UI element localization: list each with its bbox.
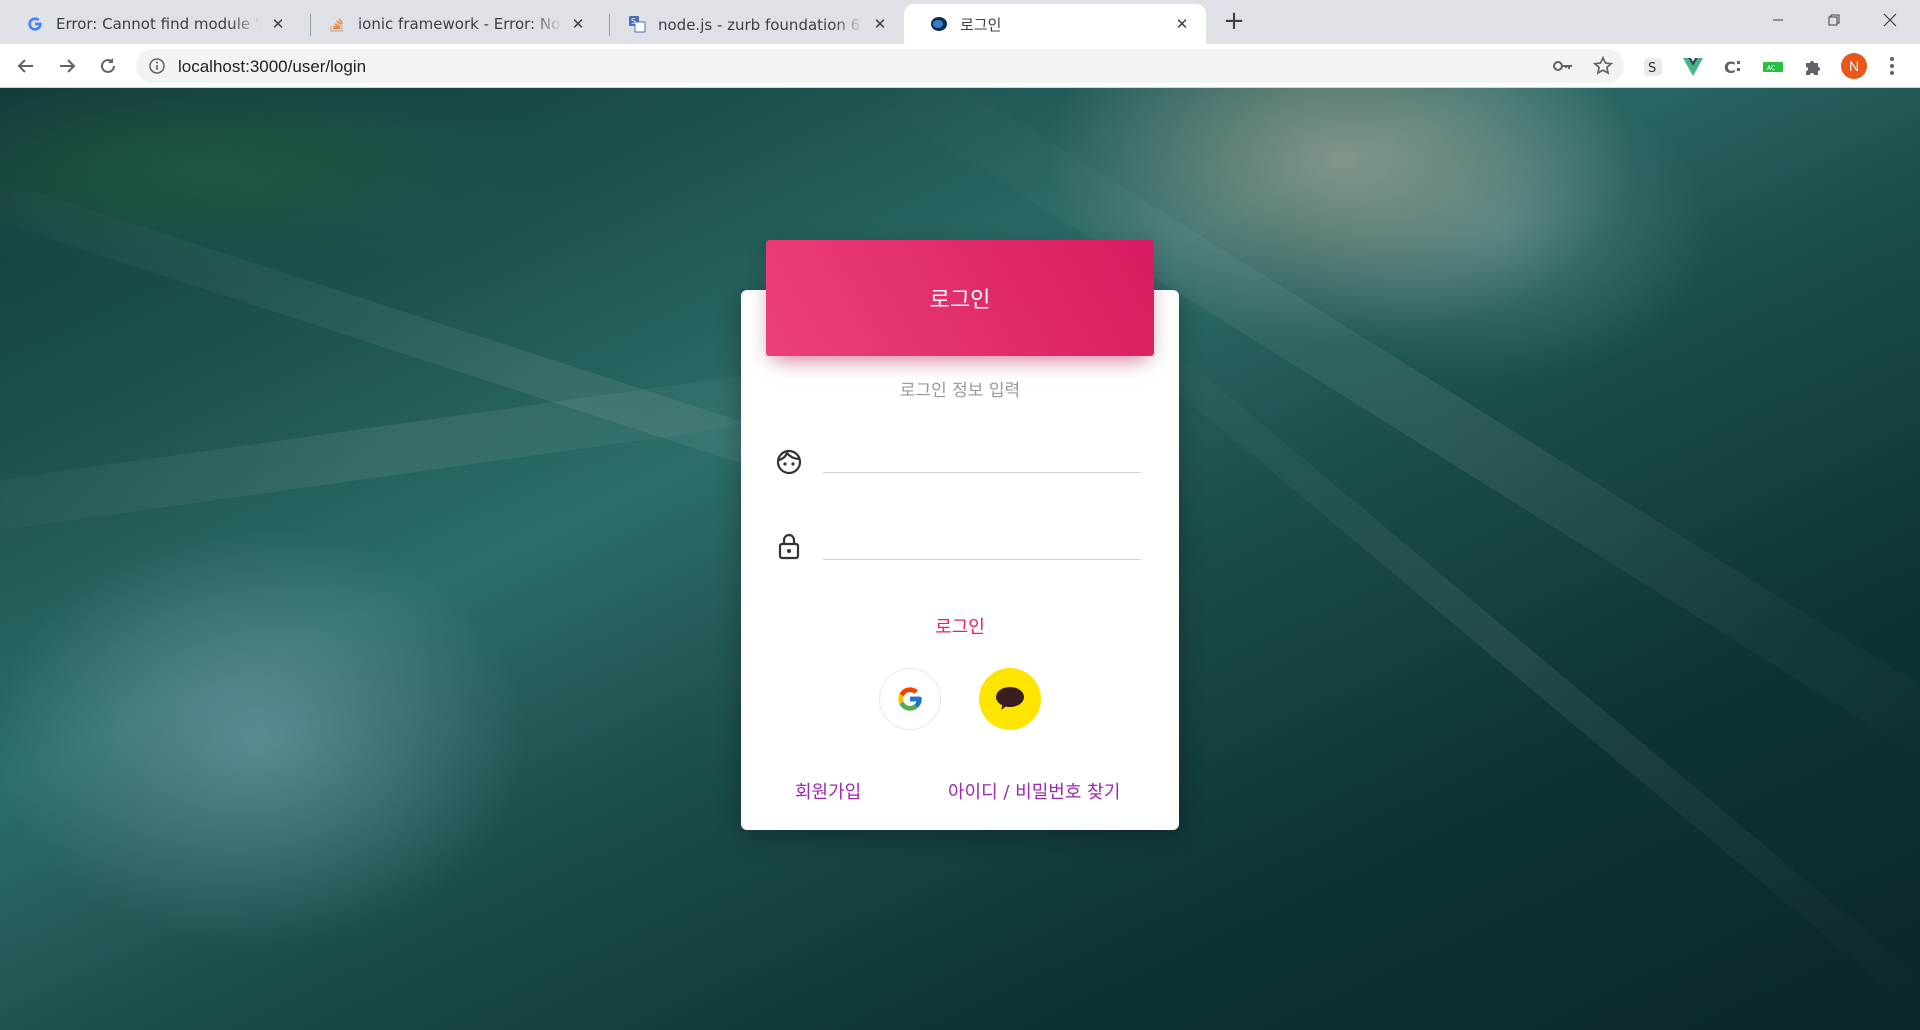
tab-title: Error: Cannot find module '@vue xyxy=(56,15,262,33)
forward-button[interactable] xyxy=(51,50,83,82)
svg-text:S: S xyxy=(631,17,636,26)
address-bar[interactable]: localhost:3000/user/login xyxy=(136,49,1624,83)
svg-text:S: S xyxy=(1648,61,1656,76)
tab-title: node.js - zurb foundation 6 수동 xyxy=(658,15,864,34)
cs-extension-icon[interactable]: C xyxy=(1722,56,1744,78)
s-extension-icon[interactable]: S xyxy=(1642,56,1664,78)
key-icon[interactable] xyxy=(1552,56,1574,76)
tab-strip: Error: Cannot find module '@vue ✕ ionic … xyxy=(0,0,1920,44)
tab-3[interactable]: S node.js - zurb foundation 6 수동 ✕ xyxy=(602,4,904,44)
kebab-menu-icon[interactable] xyxy=(1880,54,1904,78)
vue-devtools-icon[interactable] xyxy=(1682,56,1704,78)
face-icon xyxy=(776,449,802,475)
minimize-button[interactable] xyxy=(1750,0,1806,40)
star-icon[interactable] xyxy=(1592,55,1614,77)
speech-bubble-icon xyxy=(996,687,1024,710)
arrow-left-icon xyxy=(17,59,33,73)
reload-button[interactable] xyxy=(92,50,124,82)
login-card-header: 로그인 xyxy=(766,240,1154,356)
stackoverflow-icon xyxy=(328,15,346,33)
page-background: 로그인 로그인 정보 입력 로그인 회원가입 아이디 / 비밀번호 찾기 xyxy=(0,88,1920,1030)
reload-icon xyxy=(101,58,115,73)
close-icon[interactable]: ✕ xyxy=(1172,14,1192,34)
card-title: 로그인 xyxy=(929,288,991,313)
close-icon[interactable]: ✕ xyxy=(870,14,890,34)
login-submit-button[interactable]: 로그인 xyxy=(741,613,1179,639)
google-icon xyxy=(898,687,922,711)
username-input[interactable] xyxy=(823,433,1141,473)
svg-text:C: C xyxy=(1724,58,1736,77)
find-account-link[interactable]: 아이디 / 비밀번호 찾기 xyxy=(948,778,1120,804)
login-card xyxy=(741,290,1179,830)
kakao-login-button[interactable] xyxy=(979,668,1041,730)
google-icon xyxy=(26,15,44,33)
back-button[interactable] xyxy=(10,50,42,82)
ionic-icon xyxy=(930,15,948,33)
browser-toolbar: localhost:3000/user/login S C AC N xyxy=(0,44,1920,88)
restore-button[interactable] xyxy=(1806,0,1862,40)
lock-icon xyxy=(778,533,800,560)
profile-avatar[interactable]: N xyxy=(1841,53,1867,79)
google-login-button[interactable] xyxy=(879,668,941,730)
card-subtitle: 로그인 정보 입력 xyxy=(899,381,1021,401)
tab-4-active[interactable]: 로그인 ✕ xyxy=(904,4,1206,44)
translate-icon: S xyxy=(628,15,646,33)
ac-extension-icon[interactable]: AC xyxy=(1762,56,1784,78)
svg-text:AC: AC xyxy=(1767,65,1775,72)
info-icon[interactable] xyxy=(148,57,166,75)
tab-2[interactable]: ionic framework - Error: Node Sass ✕ xyxy=(302,4,602,44)
tab-title: 로그인 xyxy=(960,15,1002,34)
url-text[interactable]: localhost:3000/user/login xyxy=(178,57,366,77)
password-input[interactable] xyxy=(823,520,1141,560)
signup-link[interactable]: 회원가입 xyxy=(795,778,861,804)
arrow-right-icon xyxy=(60,59,76,73)
tab-1[interactable]: Error: Cannot find module '@vue ✕ xyxy=(0,4,302,44)
puzzle-icon[interactable] xyxy=(1802,56,1824,78)
close-icon[interactable]: ✕ xyxy=(568,14,588,34)
tab-title: ionic framework - Error: Node Sass xyxy=(358,15,562,33)
close-icon[interactable]: ✕ xyxy=(268,14,288,34)
close-window-button[interactable] xyxy=(1862,0,1918,40)
new-tab-button[interactable]: + xyxy=(1220,6,1248,36)
